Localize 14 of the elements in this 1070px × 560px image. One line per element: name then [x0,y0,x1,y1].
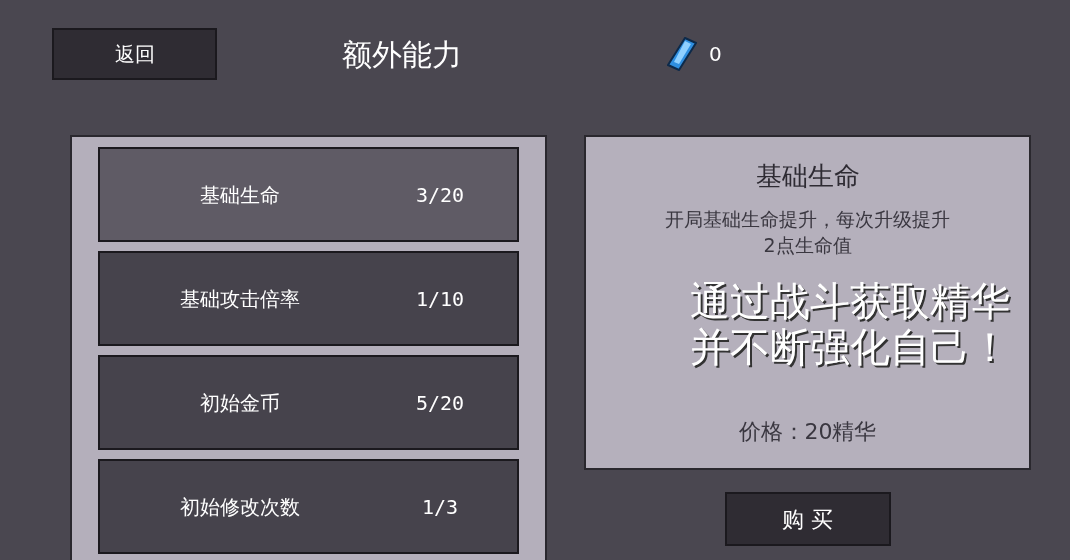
caption-text: 通过战斗获取精华 并不断强化自己！ [690,278,1010,370]
screen-title: 额外能力 [342,35,462,74]
ability-item[interactable]: 基础攻击倍率 1/10 [98,251,519,346]
ability-item[interactable]: 初始修改次数 1/3 [98,459,519,554]
back-button[interactable]: 返回 [52,28,217,80]
ability-item[interactable]: 基础生命 3/20 [98,147,519,242]
ability-description: 开局基础生命提升，每次升级提升 [665,207,950,232]
ability-description: 2点生命值 [763,233,852,258]
ability-item[interactable]: 初始金币 5/20 [98,355,519,450]
ability-title: 基础生命 [755,160,860,193]
currency-count: 0 [709,41,722,68]
crystal-icon [667,37,697,71]
buy-button[interactable]: 购 买 [724,492,891,546]
price-label: 价格：20精华 [738,418,877,446]
